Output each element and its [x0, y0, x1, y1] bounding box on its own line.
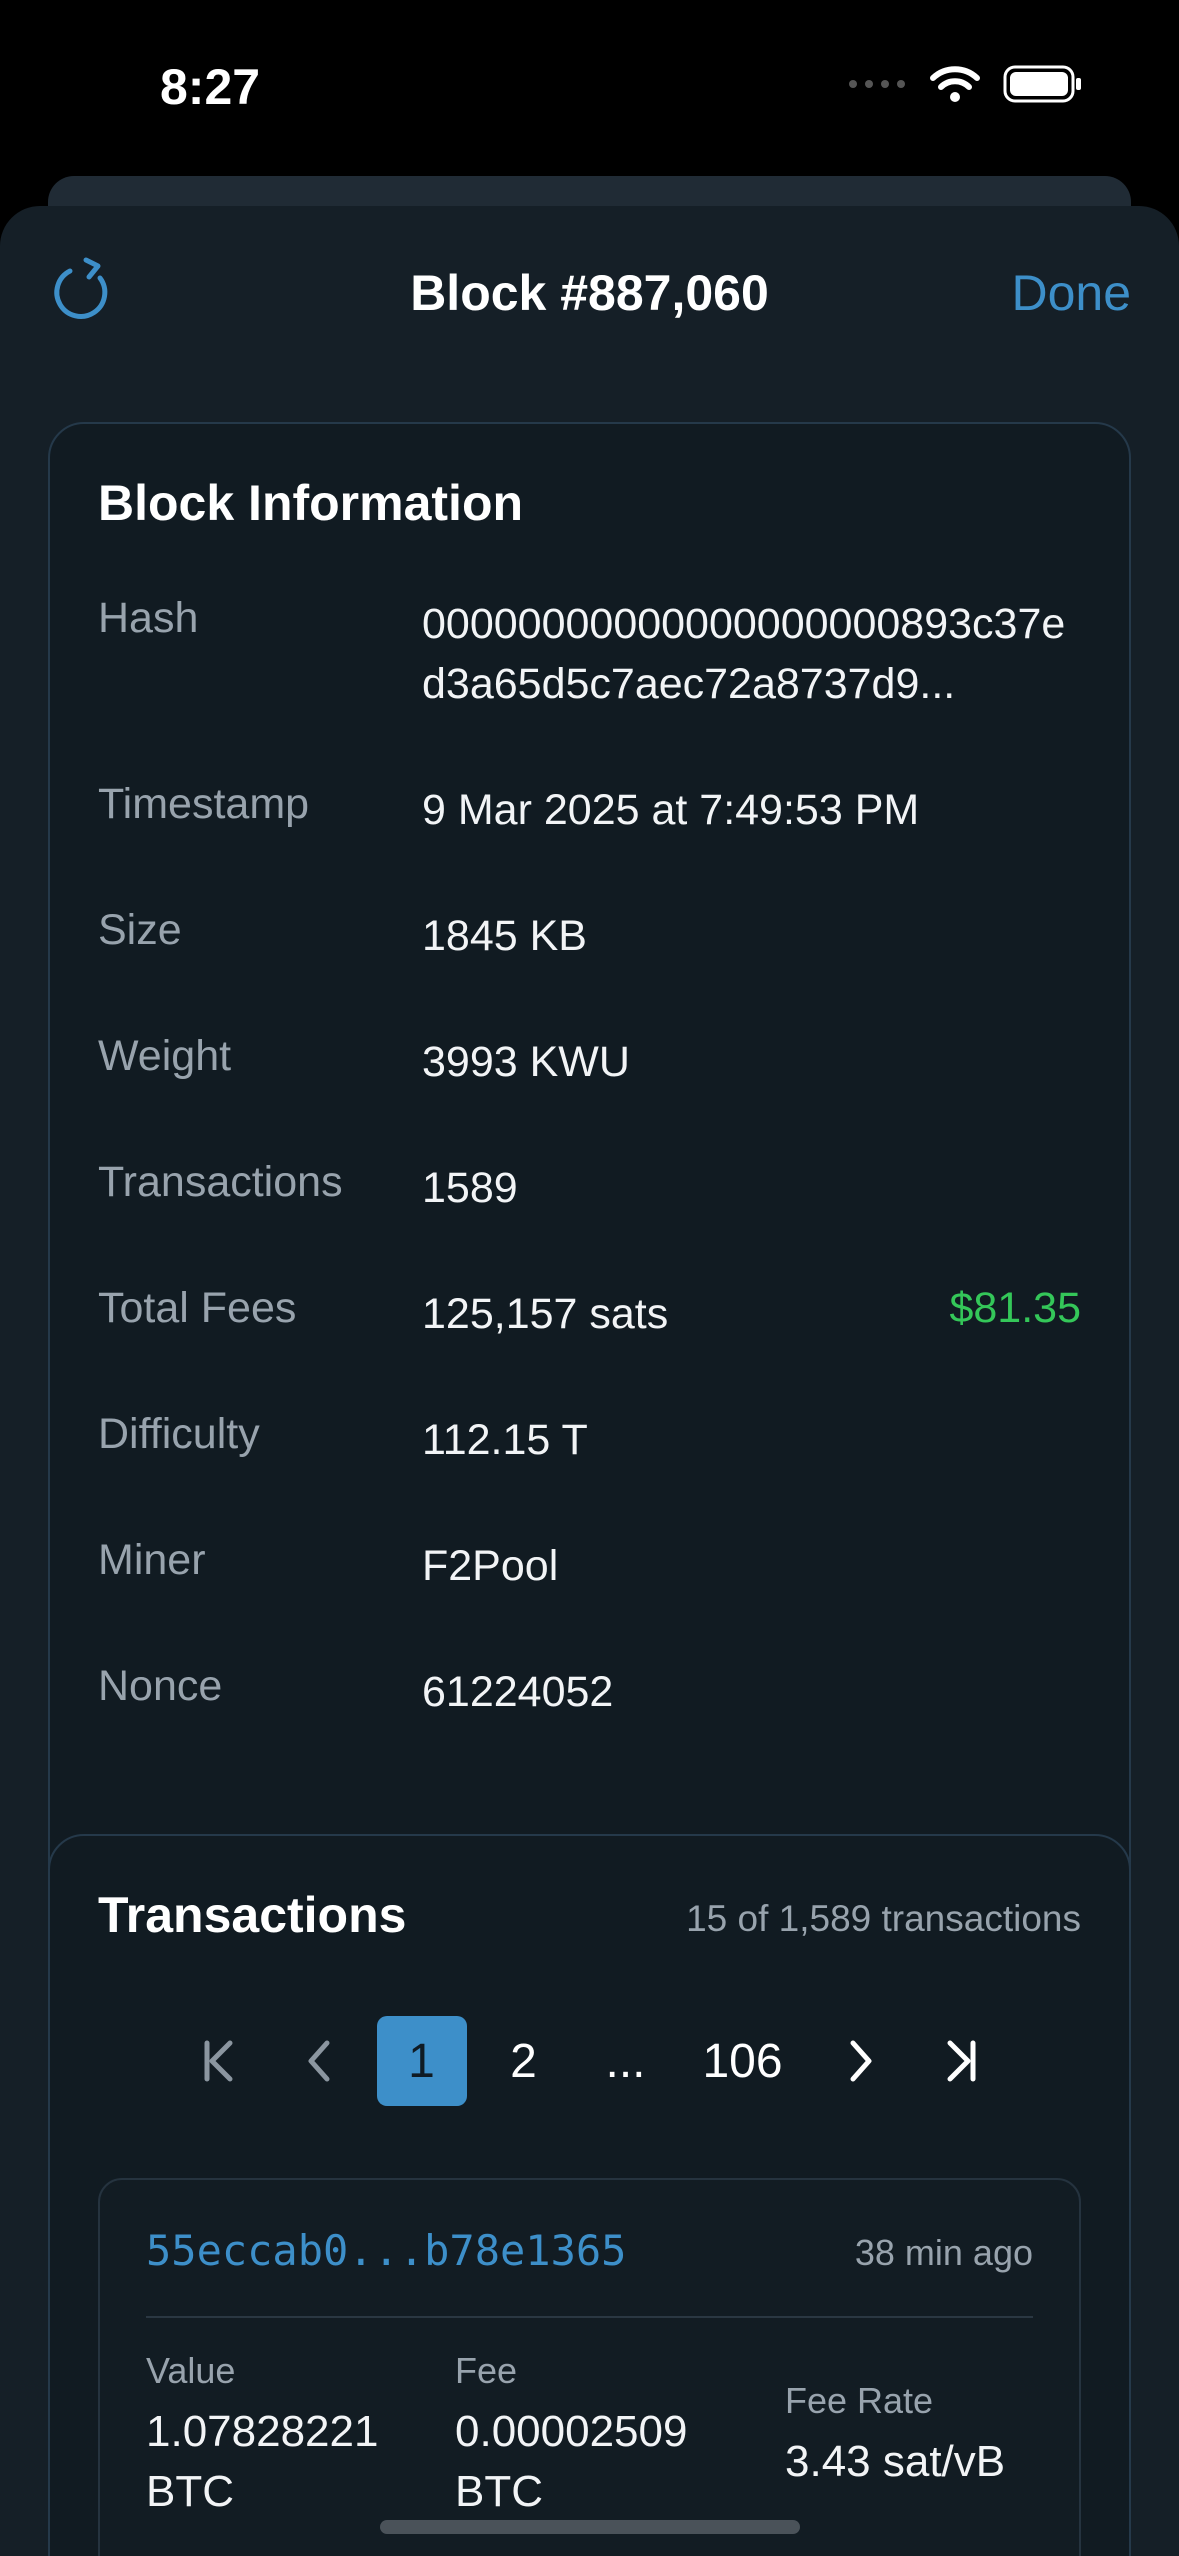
info-row-hash: Hash 00000000000000000000893c37ed3a65d5c… — [98, 594, 1081, 714]
transactions-title: Transactions — [98, 1887, 407, 1943]
transactions-count: 15 of 1,589 transactions — [686, 1898, 1081, 1939]
info-row-timestamp: Timestamp 9 Mar 2025 at 7:49:53 PM — [98, 780, 1081, 840]
transaction-hash[interactable]: 55eccab0...b78e1365 — [146, 2226, 626, 2275]
page-button-1[interactable]: 1 — [376, 2016, 467, 2106]
done-button[interactable]: Done — [1011, 264, 1131, 322]
fee-label: Fee — [455, 2350, 518, 2391]
info-row-weight: Weight 3993 KWU — [98, 1032, 1081, 1092]
transactions-value: 1589 — [422, 1164, 518, 1212]
value-amount: 1.07828221 BTC — [146, 2407, 379, 2516]
value-label: Value — [146, 2350, 236, 2391]
block-detail-sheet: Block #887,060 Done Block Information Ha… — [0, 206, 1179, 2556]
info-row-total-fees: Total Fees 125,157 sats $81.35 — [98, 1284, 1081, 1344]
page-button-2[interactable]: 2 — [479, 2016, 569, 2106]
status-icons — [847, 64, 1083, 104]
fee-rate-label: Fee Rate — [785, 2380, 934, 2421]
info-label: Size — [98, 906, 182, 954]
transaction-time: 38 min ago — [854, 2232, 1033, 2273]
chevron-right-icon — [850, 2040, 871, 2082]
info-label: Difficulty — [98, 1410, 260, 1458]
info-row-nonce: Nonce 61224052 — [98, 1662, 1081, 1722]
hash-value: 00000000000000000000893c37ed3a65d5c7aec7… — [422, 600, 1066, 708]
transactions-card: Transactions 15 of 1,589 transactions 1 … — [48, 1834, 1131, 2556]
next-page-button[interactable] — [815, 2016, 905, 2106]
info-row-size: Size 1845 KB — [98, 906, 1081, 966]
chevron-left-icon — [308, 2040, 329, 2082]
nonce-value: 61224052 — [422, 1668, 614, 1716]
info-label: Hash — [98, 594, 199, 642]
block-information-title: Block Information — [98, 475, 524, 531]
info-label: Transactions — [98, 1158, 343, 1206]
divider — [146, 2316, 1033, 2318]
miner-value: F2Pool — [422, 1542, 559, 1590]
signal-icon — [849, 80, 905, 88]
last-page-button[interactable] — [917, 2016, 1007, 2106]
total-fees-value: 125,157 sats — [422, 1290, 669, 1338]
last-page-icon — [947, 2040, 975, 2082]
fee-amount: 0.00002509 BTC — [455, 2407, 688, 2516]
status-time: 8:27 — [160, 59, 261, 115]
info-row-miner: Miner F2Pool — [98, 1536, 1081, 1596]
info-label: Weight — [98, 1032, 232, 1080]
first-page-button[interactable] — [173, 2016, 263, 2106]
page-title: Block #887,060 — [410, 265, 769, 321]
size-value: 1845 KB — [422, 912, 587, 960]
info-row-difficulty: Difficulty 112.15 T — [98, 1410, 1081, 1470]
difficulty-value: 112.15 T — [422, 1416, 588, 1464]
info-label: Nonce — [98, 1662, 223, 1710]
transaction-list-item[interactable]: 55eccab0...b78e1365 38 min ago Value 1.0… — [98, 2178, 1081, 2556]
info-label: Miner — [98, 1536, 206, 1584]
weight-value: 3993 KWU — [422, 1038, 630, 1086]
page-ellipsis: ... — [605, 2034, 646, 2088]
first-page-icon — [204, 2040, 232, 2082]
battery-icon — [1003, 65, 1081, 103]
total-fees-usd: $81.35 — [949, 1284, 1081, 1332]
info-label: Timestamp — [98, 780, 310, 828]
previous-page-button[interactable] — [275, 2016, 365, 2106]
block-information-card: Block Information Hash 00000000000000000… — [48, 422, 1131, 1982]
status-bar: 8:27 — [0, 0, 1179, 170]
info-label: Total Fees — [98, 1284, 297, 1332]
pagination: 1 2 ... 106 — [50, 2016, 1129, 2106]
timestamp-value: 9 Mar 2025 at 7:49:53 PM — [422, 786, 920, 834]
info-row-transactions: Transactions 1589 — [98, 1158, 1081, 1218]
wifi-icon — [930, 66, 980, 102]
home-indicator — [380, 2520, 800, 2534]
page-button-last[interactable]: 106 — [683, 2016, 803, 2106]
fee-rate-value: 3.43 sat/vB — [785, 2437, 1006, 2486]
